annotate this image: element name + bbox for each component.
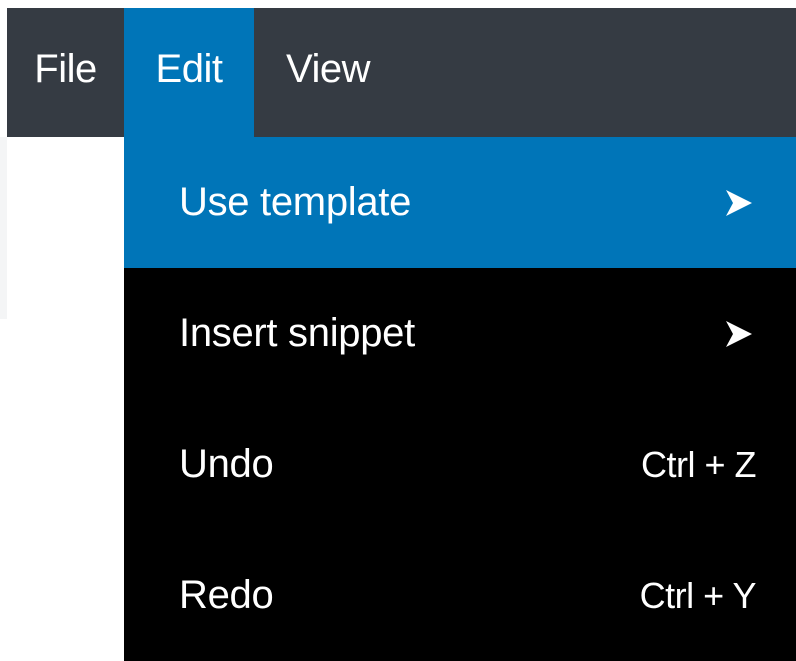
menu-item-undo[interactable]: Undo Ctrl + Z: [124, 399, 796, 530]
menu-edit[interactable]: Edit: [124, 8, 254, 137]
menu-item-insert-snippet[interactable]: Insert snippet: [124, 268, 796, 399]
menu-item-label: Insert snippet: [179, 311, 415, 355]
menu-bar: File Edit View: [7, 8, 796, 137]
menu-item-label: Use template: [179, 180, 412, 224]
chevron-right-icon: [722, 186, 756, 220]
menu-file-label: File: [34, 47, 97, 91]
chevron-right-icon: [722, 317, 756, 351]
menu-view-label: View: [286, 47, 370, 91]
menu-item-redo[interactable]: Redo Ctrl + Y: [124, 530, 796, 661]
editor-background: [0, 137, 7, 319]
shortcut-redo: Ctrl + Y: [639, 574, 757, 616]
menu-view[interactable]: View: [254, 8, 402, 137]
menu-item-label: Undo: [179, 442, 274, 486]
menu-item-use-template[interactable]: Use template: [124, 137, 796, 268]
shortcut-undo: Ctrl + Z: [640, 443, 757, 485]
menu-edit-label: Edit: [155, 47, 223, 91]
edit-dropdown-menu: Use template Insert snippet Undo Ctrl + …: [124, 137, 796, 661]
menu-file[interactable]: File: [7, 8, 124, 137]
app-window: File Edit View Use template Insert snipp…: [0, 0, 796, 661]
menu-item-label: Redo: [179, 573, 274, 617]
